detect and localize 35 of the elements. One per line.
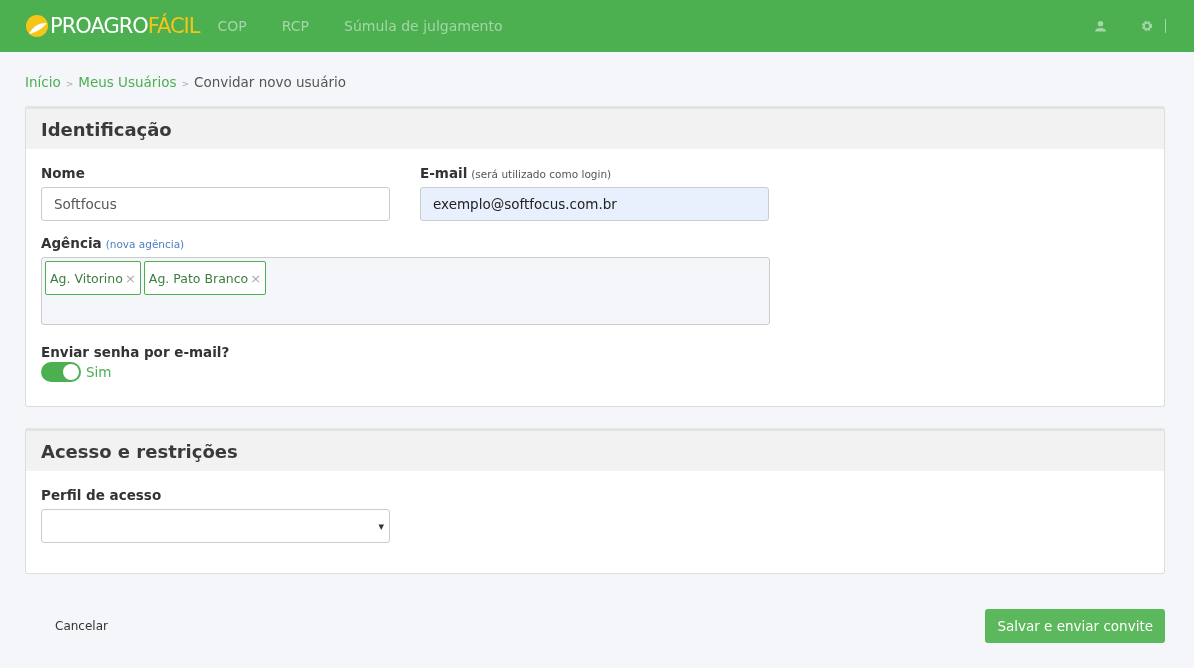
logo-text: PROAGRO	[50, 14, 148, 38]
remove-tag-button[interactable]: ×	[124, 270, 136, 286]
nav-link[interactable]: Súmula de julgamento	[344, 18, 503, 34]
breadcrumb-separator: >	[65, 79, 74, 89]
toggle-label: Sim	[86, 364, 112, 380]
name-field[interactable]: Softfocus	[41, 187, 390, 221]
submit-button[interactable]: Salvar e enviar convite	[985, 609, 1165, 643]
field-label: Agência	[41, 235, 102, 251]
field-label: Enviar senha por e-mail?	[41, 344, 231, 360]
new-agency-link[interactable]: (nova agência)	[105, 238, 185, 250]
profile-select[interactable]: ▾	[41, 509, 390, 543]
caret-icon: ▾	[378, 519, 384, 533]
breadcrumb-separator: >	[181, 79, 189, 89]
tag-label: Ag. Vitorino	[50, 270, 123, 286]
remove-tag-button[interactable]: ×	[250, 270, 262, 286]
cancel-link[interactable]: Cancelar	[55, 619, 108, 633]
settings-icon[interactable]	[1141, 20, 1153, 32]
breadcrumb-current: Convidar novo usuário	[194, 74, 346, 90]
toggle-switch[interactable]	[41, 362, 81, 382]
field-label: Perfil de acesso	[41, 487, 163, 503]
nav-link[interactable]: COP	[217, 18, 247, 34]
nav-link[interactable]: RCP	[281, 18, 310, 34]
section-title: Identificação	[26, 109, 1164, 149]
sun-leaf-icon	[25, 14, 49, 38]
logo-text: FÁCIL	[147, 14, 200, 38]
breadcrumb-link[interactable]: Início	[25, 74, 61, 90]
section-title: Acesso e restrições	[26, 431, 1164, 471]
email-field[interactable]: exemplo@softfocus.com.br	[420, 187, 769, 221]
tag-label: Ag. Pato Branco	[148, 270, 249, 286]
field-label: Nome	[41, 165, 86, 181]
breadcrumb-link[interactable]: Meus Usuários	[78, 74, 177, 90]
field-note: (será utilizado como login)	[471, 168, 612, 180]
user-icon[interactable]	[1095, 20, 1106, 32]
agency-tag-field[interactable]: Ag. Vitorino× Ag. Pato Branco×	[41, 257, 770, 325]
field-label: E-mail	[420, 165, 468, 181]
